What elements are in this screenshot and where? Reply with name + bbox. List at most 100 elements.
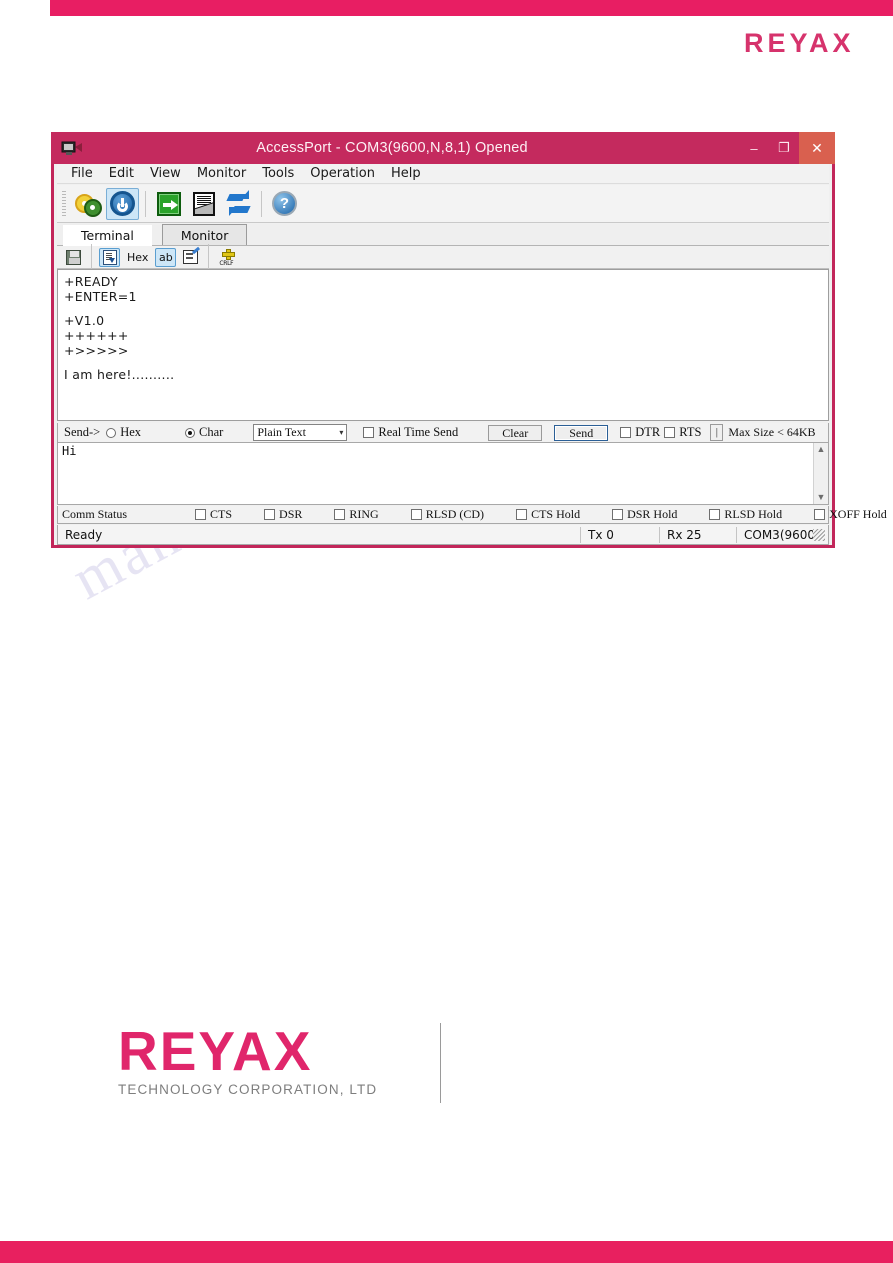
real-time-send-box <box>363 427 375 438</box>
refresh-icon <box>225 189 251 216</box>
status-ready: Ready <box>65 527 103 542</box>
menu-item-help[interactable]: Help <box>383 165 429 182</box>
app-icon <box>59 138 85 158</box>
toolbar-drag-handle[interactable] <box>62 190 66 217</box>
cts-box <box>195 509 207 520</box>
rlsd-hold-box <box>709 509 721 520</box>
status-port: COM3(9600,N,8,1) ( <box>744 527 813 542</box>
send-separator-button[interactable]: | <box>710 424 724 441</box>
send-textarea-scrollbar[interactable]: ▲ ▼ <box>813 443 828 504</box>
subtoolbar-separator <box>91 244 92 270</box>
subtoolbar-separator-2 <box>208 244 210 270</box>
status-bar: Ready Tx 0 Rx 25 COM3(9600,N,8,1) ( <box>57 525 829 545</box>
footer-logo: REYAX TECHNOLOGY CORPORATION, LTD <box>118 1022 458 1097</box>
rts-label: RTS <box>679 425 702 439</box>
power-toggle-button[interactable] <box>106 187 139 220</box>
rts-box <box>664 427 676 438</box>
menu-item-operation[interactable]: Operation <box>302 165 383 182</box>
minimize-button[interactable]: – <box>739 132 769 164</box>
rlsd-cd-box <box>410 509 422 520</box>
resize-grip[interactable] <box>813 528 825 541</box>
real-time-send-label: Real Time Send <box>378 425 459 439</box>
crlf-icon: CRLF <box>219 248 238 267</box>
dsr-box <box>264 509 276 520</box>
tab-terminal[interactable]: Terminal <box>63 225 152 246</box>
send-label: Send-> <box>64 425 101 439</box>
xoff-hold-checkbox[interactable]: XOFF Hold <box>814 507 887 522</box>
cts-label: CTS <box>210 507 233 521</box>
document-button[interactable] <box>187 188 220 220</box>
rlsd-hold-label: RLSD Hold <box>724 507 783 521</box>
page-top-accent-bar <box>50 0 893 16</box>
toolbar-separator-2 <box>261 190 262 217</box>
green-arrow-icon <box>156 191 181 216</box>
terminal-output[interactable]: +READY +ENTER=1 +V1.0 ++++++ +>>>>> I am… <box>57 269 829 421</box>
dsr-checkbox[interactable]: DSR <box>264 507 302 522</box>
hex-radio[interactable]: Hex <box>106 425 141 440</box>
menu-item-edit[interactable]: Edit <box>101 165 142 182</box>
autoscroll-button[interactable] <box>99 247 120 267</box>
cts-hold-box <box>516 509 528 520</box>
send-controls-bar: Send-> Hex Char Plain Text ▾ Real Time S… <box>57 423 829 443</box>
dsr-hold-checkbox[interactable]: DSR Hold <box>612 507 677 522</box>
maximize-button[interactable]: ❐ <box>769 132 799 164</box>
window-titlebar[interactable]: AccessPort - COM3(9600,N,8,1) Opened – ❐… <box>51 132 835 164</box>
char-radio-label: Char <box>199 425 224 439</box>
terminal-subtoolbar: Hex ab CRLF <box>57 244 829 270</box>
send-textarea[interactable]: Hi <box>58 443 813 504</box>
close-button[interactable]: ✕ <box>799 132 835 164</box>
terminal-line: +READY <box>64 274 118 289</box>
cts-hold-checkbox[interactable]: CTS Hold <box>516 507 580 522</box>
green-arrow-button[interactable] <box>152 188 185 220</box>
page-bottom-accent-bar <box>0 1241 893 1263</box>
menu-item-monitor[interactable]: Monitor <box>189 165 254 182</box>
hex-radio-dot <box>106 427 117 438</box>
comm-status-label: Comm Status <box>62 507 128 521</box>
footer-divider <box>440 1023 441 1103</box>
tab-monitor[interactable]: Monitor <box>161 224 248 245</box>
ring-box <box>334 509 346 520</box>
cts-checkbox[interactable]: CTS <box>195 507 232 522</box>
ascii-view-button[interactable]: ab <box>155 247 177 267</box>
scroll-down-icon[interactable]: ▼ <box>817 493 826 502</box>
menubar: File Edit View Monitor Tools Operation H… <box>57 164 829 184</box>
settings-gears-icon <box>74 192 102 217</box>
window-controls: – ❐ ✕ <box>739 132 835 164</box>
rlsd-hold-checkbox[interactable]: RLSD Hold <box>709 507 782 522</box>
send-button[interactable]: Send <box>554 424 609 441</box>
dsr-hold-label: DSR Hold <box>627 507 678 521</box>
menu-item-view[interactable]: View <box>142 165 189 182</box>
ring-checkbox[interactable]: RING <box>334 507 379 522</box>
dtr-label: DTR <box>635 425 661 439</box>
settings-gears-button[interactable] <box>71 188 104 220</box>
main-toolbar: ? <box>57 185 829 223</box>
tab-strip: Terminal Monitor <box>57 224 829 246</box>
chevron-down-icon: ▾ <box>339 428 344 437</box>
terminal-line: +V1.0 <box>64 313 105 328</box>
edit-pencil-button[interactable] <box>180 248 201 267</box>
save-icon <box>66 249 81 265</box>
ring-label: RING <box>349 507 379 521</box>
help-button[interactable]: ? <box>268 188 301 220</box>
comm-status-bar: Comm Status CTS DSR RING RLSD (CD) CTS H… <box>57 506 887 524</box>
clear-button[interactable]: Clear <box>488 424 543 441</box>
hex-view-button[interactable]: Hex <box>124 248 151 267</box>
help-icon: ? <box>272 191 297 216</box>
refresh-button[interactable] <box>222 188 255 220</box>
real-time-send-checkbox[interactable]: Real Time Send <box>363 425 458 440</box>
terminal-line: I am here!.......... <box>64 367 175 382</box>
scroll-up-icon[interactable]: ▲ <box>817 445 826 454</box>
format-select[interactable]: Plain Text ▾ <box>253 424 348 441</box>
menu-item-tools[interactable]: Tools <box>254 165 302 182</box>
save-log-button[interactable] <box>63 248 84 267</box>
terminal-line: +>>>>> <box>64 343 129 358</box>
char-radio[interactable]: Char <box>185 425 223 440</box>
menu-item-file[interactable]: File <box>63 165 101 182</box>
dsr-label: DSR <box>279 507 303 521</box>
xoff-hold-box <box>814 509 826 520</box>
rlsd-cd-checkbox[interactable]: RLSD (CD) <box>410 507 484 522</box>
crlf-button[interactable]: CRLF <box>216 248 241 267</box>
dtr-checkbox[interactable]: DTR <box>620 425 660 440</box>
rts-checkbox[interactable]: RTS <box>664 425 701 440</box>
